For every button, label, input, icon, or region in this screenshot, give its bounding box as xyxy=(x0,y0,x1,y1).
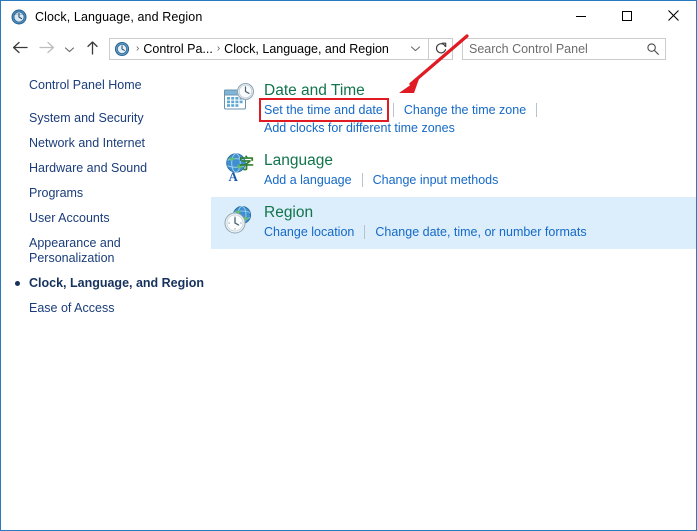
link-divider xyxy=(392,103,394,117)
sidebar-item-ease-of-access[interactable]: Ease of Access xyxy=(1,296,211,321)
category-body: Date and Time Set the time and date Chan… xyxy=(259,81,686,137)
link-change-input-methods[interactable]: Change input methods xyxy=(373,171,499,189)
back-arrow-icon xyxy=(12,40,29,58)
search-input[interactable] xyxy=(463,40,641,58)
sidebar-item-label: System and Security xyxy=(29,111,144,125)
sidebar-item-control-panel-home[interactable]: Control Panel Home xyxy=(1,73,211,98)
category-links: Set the time and date Change the time zo… xyxy=(259,98,686,122)
category-title[interactable]: Language xyxy=(264,151,333,170)
sidebar-item-system-and-security[interactable]: System and Security xyxy=(1,106,211,131)
sidebar-item-label: Programs xyxy=(29,186,84,200)
breadcrumb[interactable]: › Control Pa... › Clock, Language, and R… xyxy=(109,38,429,60)
link-divider xyxy=(364,225,366,239)
sidebar: Control Panel Home System and Security N… xyxy=(1,65,211,530)
search-box[interactable] xyxy=(462,38,666,60)
forward-button[interactable] xyxy=(33,36,59,62)
sidebar-item-label: Control Panel Home xyxy=(29,78,142,92)
sidebar-item-label: Ease of Access xyxy=(29,301,115,315)
recent-locations-button[interactable] xyxy=(59,36,79,62)
category-body: Region Change location Change date, time… xyxy=(264,203,686,241)
breadcrumb-separator: › xyxy=(216,43,221,54)
sidebar-item-programs[interactable]: Programs xyxy=(1,181,211,206)
category-date-and-time[interactable]: Date and Time Set the time and date Chan… xyxy=(211,75,696,145)
up-arrow-icon xyxy=(85,40,100,59)
close-button[interactable] xyxy=(650,1,696,33)
sidebar-item-label: User Accounts xyxy=(29,211,110,225)
category-language[interactable]: A 字 Language Add a language Change input… xyxy=(211,145,696,197)
sidebar-item-clock-language-and-region[interactable]: Clock, Language, and Region xyxy=(1,271,211,296)
selected-bullet-icon xyxy=(15,281,20,286)
minimize-button[interactable] xyxy=(558,1,604,33)
sidebar-item-network-and-internet[interactable]: Network and Internet xyxy=(1,131,211,156)
link-add-a-language[interactable]: Add a language xyxy=(264,171,352,189)
category-title[interactable]: Region xyxy=(264,203,313,222)
link-set-the-time-and-date[interactable]: Set the time and date xyxy=(264,103,383,117)
sidebar-item-label: Clock, Language, and Region xyxy=(29,276,205,290)
red-highlight-box: Set the time and date xyxy=(259,98,389,122)
recent-locations-chevron-icon xyxy=(64,42,75,57)
sidebar-item-label: Network and Internet xyxy=(29,136,146,150)
window-controls xyxy=(558,1,696,33)
link-divider xyxy=(361,173,363,187)
sidebar-item-label: Hardware and Sound xyxy=(29,161,148,175)
refresh-icon xyxy=(434,41,448,58)
breadcrumb-item-control-panel[interactable]: Control Pa... xyxy=(143,42,212,56)
clock-globe-region-icon xyxy=(223,204,255,236)
breadcrumb-dropdown-chevron-icon[interactable] xyxy=(410,40,421,58)
category-list: Date and Time Set the time and date Chan… xyxy=(211,65,696,530)
control-panel-window: Clock, Language, and Region › Control Pa… xyxy=(0,0,697,531)
link-change-location[interactable]: Change location xyxy=(264,223,354,241)
content-area: Control Panel Home System and Security N… xyxy=(1,65,696,530)
control-panel-icon xyxy=(114,41,130,57)
calendar-clock-icon xyxy=(223,82,255,114)
close-icon xyxy=(667,9,680,25)
category-links: Change location Change date, time, or nu… xyxy=(264,223,686,241)
search-icon[interactable] xyxy=(641,39,665,59)
svg-text:A: A xyxy=(229,169,239,184)
link-divider xyxy=(536,103,538,117)
category-body: Language Add a language Change input met… xyxy=(264,151,686,189)
link-change-date-time-or-number-formats[interactable]: Change date, time, or number formats xyxy=(375,223,586,241)
back-button[interactable] xyxy=(7,36,33,62)
sidebar-item-appearance-and-personalization[interactable]: Appearance and Personalization xyxy=(1,231,211,271)
window-title: Clock, Language, and Region xyxy=(35,10,203,24)
title-bar: Clock, Language, and Region xyxy=(1,1,696,33)
address-bar: › Control Pa... › Clock, Language, and R… xyxy=(1,33,696,65)
maximize-icon xyxy=(621,10,633,25)
category-links: Add a language Change input methods xyxy=(264,171,686,189)
sidebar-item-user-accounts[interactable]: User Accounts xyxy=(1,206,211,231)
category-title[interactable]: Date and Time xyxy=(264,81,365,100)
up-button[interactable] xyxy=(79,36,105,62)
minimize-icon xyxy=(575,10,587,25)
globe-language-icon: A 字 xyxy=(223,152,255,184)
link-add-clocks-for-different-time-zones[interactable]: Add clocks for different time zones xyxy=(264,121,455,135)
svg-text:字: 字 xyxy=(239,155,254,173)
category-region[interactable]: Region Change location Change date, time… xyxy=(211,197,696,249)
maximize-button[interactable] xyxy=(604,1,650,33)
forward-arrow-icon xyxy=(38,40,55,58)
breadcrumb-item-current[interactable]: Clock, Language, and Region xyxy=(224,42,389,56)
sidebar-item-label: Appearance and Personalization xyxy=(29,236,121,265)
link-change-the-time-zone[interactable]: Change the time zone xyxy=(404,101,526,119)
clock-globe-icon xyxy=(11,9,27,25)
category-sublinks: Add clocks for different time zones xyxy=(264,119,686,137)
refresh-button[interactable] xyxy=(429,38,453,60)
breadcrumb-separator: › xyxy=(136,43,140,54)
sidebar-item-hardware-and-sound[interactable]: Hardware and Sound xyxy=(1,156,211,181)
